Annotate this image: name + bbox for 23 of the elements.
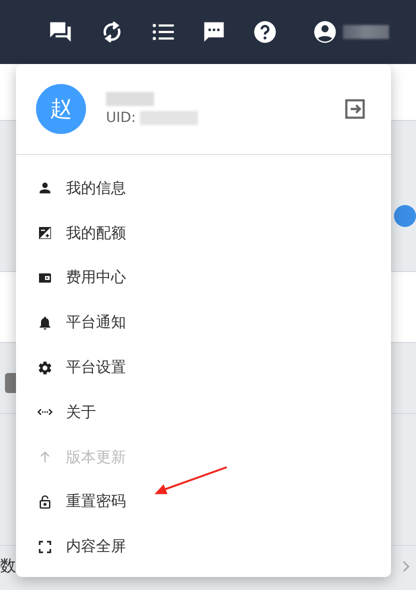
help-icon[interactable] — [252, 19, 278, 45]
status-dot — [394, 205, 416, 227]
menu-item[interactable]: 平台设置 — [16, 345, 391, 390]
avatar: 赵 — [36, 84, 86, 134]
fullscreen-icon — [37, 538, 53, 555]
menu-item[interactable]: 平台通知 — [16, 300, 391, 346]
quota-icon — [37, 225, 53, 242]
uid-label: UID: — [106, 110, 136, 126]
settings-icon — [37, 360, 53, 376]
menu-item[interactable]: 我的配额 — [16, 210, 391, 256]
redacted-username — [343, 25, 389, 39]
person-icon — [37, 180, 53, 196]
redacted-username — [106, 92, 154, 106]
bell-icon — [37, 314, 53, 331]
menu-item[interactable]: 内容全屏 — [16, 524, 391, 570]
menu-item[interactable]: 关于 — [16, 390, 391, 435]
menu-item[interactable]: 费用中心 — [16, 256, 391, 300]
menu-item[interactable]: 我的信息 — [16, 166, 391, 211]
menu-item[interactable]: 重置密码 — [16, 480, 391, 524]
redacted-uid — [140, 111, 198, 125]
lock-icon — [37, 494, 53, 510]
account-icon[interactable] — [312, 19, 338, 45]
page-size-label: 数 — [0, 556, 16, 576]
